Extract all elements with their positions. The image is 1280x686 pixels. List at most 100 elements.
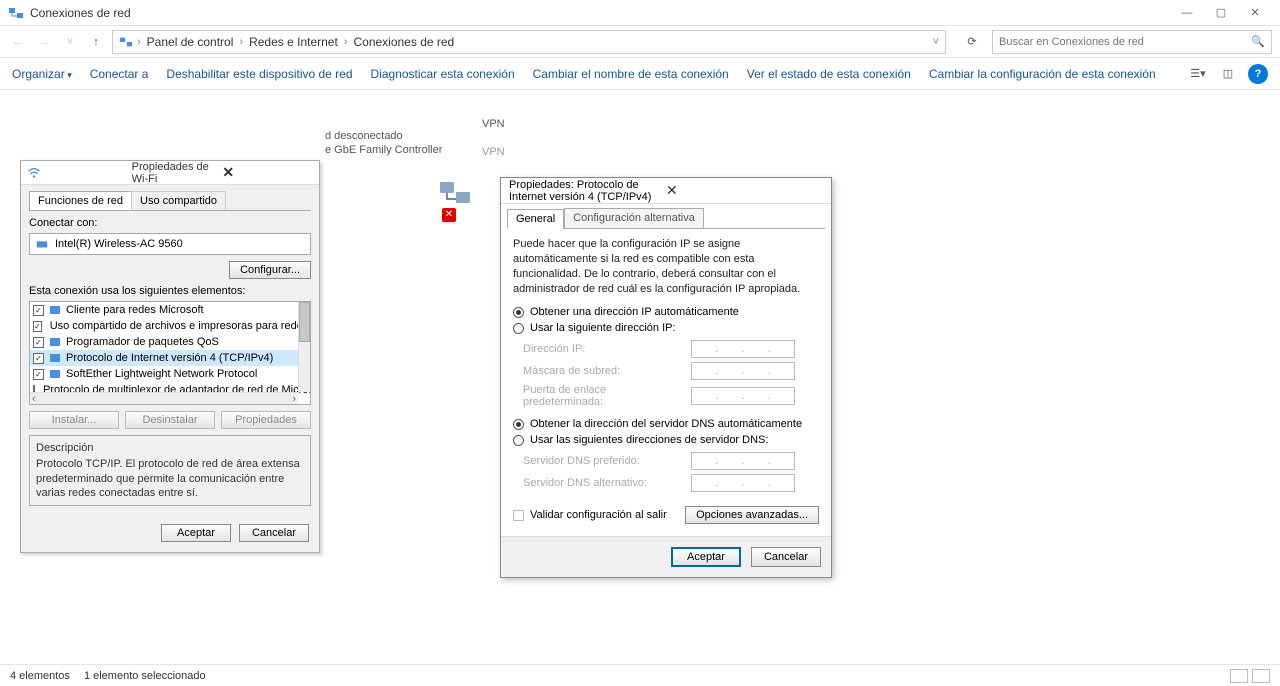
- list-item-label: Protocolo de Internet versión 4 (TCP/IPv…: [66, 352, 273, 364]
- dialog-titlebar[interactable]: Propiedades: Protocolo de Internet versi…: [501, 178, 831, 204]
- cancel-button[interactable]: Cancelar: [239, 524, 309, 542]
- content-area: d desconectado e GbE Family Controller ✕…: [0, 90, 1280, 660]
- list-item[interactable]: ✓Cliente para redes Microsoft: [30, 302, 298, 318]
- up-button[interactable]: ↑: [86, 36, 106, 48]
- forward-button[interactable]: →: [34, 36, 54, 48]
- view-status-button[interactable]: Ver el estado de esta conexión: [747, 67, 911, 81]
- maximize-button[interactable]: ▢: [1204, 3, 1238, 23]
- validate-checkbox[interactable]: [513, 510, 524, 521]
- status-bar: 4 elementos 1 elemento seleccionado: [0, 664, 1280, 686]
- ip-address-input: ...: [691, 340, 795, 358]
- list-item-label: SoftEther Lightweight Network Protocol: [66, 368, 257, 380]
- icons-view-button[interactable]: [1252, 669, 1270, 683]
- network-icon: [119, 35, 133, 49]
- close-icon[interactable]: ✕: [666, 182, 823, 199]
- component-icon: [48, 303, 62, 317]
- scroll-thumb[interactable]: [299, 302, 310, 342]
- tcp-description: Puede hacer que la configuración IP se a…: [507, 229, 825, 304]
- component-icon: [48, 335, 62, 349]
- connect-to-button[interactable]: Conectar a: [90, 67, 149, 81]
- ip-address-label: Dirección IP:: [523, 343, 683, 355]
- ethernet-device: e GbE Family Controller: [325, 144, 442, 156]
- refresh-button[interactable]: ⟳: [958, 35, 986, 48]
- tab-general[interactable]: General: [507, 209, 564, 229]
- status-count: 4 elementos: [10, 670, 70, 682]
- advanced-button[interactable]: Opciones avanzadas...: [685, 506, 819, 524]
- ethernet-state: d desconectado: [325, 130, 403, 142]
- navbar: ← → ˅ ↑ › Panel de control › Redes e Int…: [0, 26, 1280, 58]
- dialog-title: Propiedades de Wi-Fi: [132, 161, 223, 185]
- close-icon[interactable]: ✕: [222, 164, 313, 181]
- properties-button[interactable]: Propiedades: [221, 411, 311, 429]
- uses-label: Esta conexión usa los siguientes element…: [29, 285, 311, 297]
- validate-label: Validar configuración al salir: [530, 509, 667, 521]
- ok-button[interactable]: Aceptar: [161, 524, 231, 542]
- organize-menu[interactable]: Organizar: [12, 67, 72, 81]
- list-item-label: Programador de paquetes QoS: [66, 336, 219, 348]
- checkbox[interactable]: ✓: [33, 353, 44, 364]
- preview-pane-button[interactable]: ◫: [1218, 64, 1238, 84]
- disable-device-button[interactable]: Deshabilitar este dispositivo de red: [166, 67, 352, 81]
- dns-alternate-input: ...: [691, 474, 795, 492]
- connect-with-label: Conectar con:: [29, 217, 311, 229]
- list-item[interactable]: ✓ Protocolo de Internet versión 4 (TCP/IP…: [30, 350, 298, 366]
- radio-dns-auto[interactable]: Obtener la dirección del servidor DNS au…: [507, 416, 825, 432]
- ok-button[interactable]: Aceptar: [671, 547, 741, 567]
- tab-alternate[interactable]: Configuración alternativa: [564, 208, 704, 228]
- details-view-button[interactable]: [1230, 669, 1248, 683]
- address-bar[interactable]: › Panel de control › Redes e Internet › …: [112, 30, 946, 54]
- list-item[interactable]: ✓ SoftEther Lightweight Network Protocol: [30, 366, 298, 382]
- rename-button[interactable]: Cambiar el nombre de esta conexión: [533, 67, 729, 81]
- breadcrumb-item[interactable]: Redes e Internet: [247, 35, 340, 49]
- change-settings-button[interactable]: Cambiar la configuración de esta conexió…: [929, 67, 1156, 81]
- address-dropdown[interactable]: ˅: [933, 36, 939, 48]
- checkbox[interactable]: ✓: [33, 369, 44, 380]
- vpn-label[interactable]: VPN: [482, 118, 505, 130]
- search-box[interactable]: 🔍: [992, 30, 1272, 54]
- configure-button[interactable]: Configurar...: [229, 261, 311, 279]
- wifi-properties-dialog: Propiedades de Wi-Fi ✕ Funciones de red …: [20, 160, 320, 553]
- minimize-button[interactable]: —: [1170, 3, 1204, 23]
- checkbox[interactable]: ✓: [33, 321, 42, 332]
- recent-button[interactable]: ˅: [60, 36, 80, 48]
- subnet-mask-input: ...: [691, 362, 795, 380]
- radio-icon: [513, 419, 524, 430]
- radio-ip-auto[interactable]: Obtener una dirección IP automáticamente: [507, 304, 825, 320]
- radio-icon: [513, 323, 524, 334]
- close-button[interactable]: ✕: [1238, 3, 1272, 23]
- list-item[interactable]: ✓Uso compartido de archivos e impresoras…: [30, 318, 298, 334]
- description-box: Descripción Protocolo TCP/IP. El protoco…: [29, 435, 311, 506]
- adapter-icon: [35, 237, 49, 251]
- uninstall-button[interactable]: Desinstalar: [125, 411, 215, 429]
- scrollbar-vertical[interactable]: [298, 302, 310, 392]
- description-text: Protocolo TCP/IP. El protocolo de red de…: [36, 457, 304, 500]
- subnet-mask-label: Máscara de subred:: [523, 365, 683, 377]
- dialog-title: Propiedades: Protocolo de Internet versi…: [509, 179, 666, 203]
- cancel-button[interactable]: Cancelar: [751, 547, 821, 567]
- scrollbar-horizontal[interactable]: ‹›: [30, 392, 298, 404]
- back-button[interactable]: ←: [8, 36, 28, 48]
- tab-network-functions[interactable]: Funciones de red: [29, 191, 132, 210]
- diagnose-button[interactable]: Diagnosticar esta conexión: [371, 67, 515, 81]
- window-titlebar: Conexiones de red — ▢ ✕: [0, 0, 1280, 26]
- components-listbox[interactable]: ✓Cliente para redes Microsoft✓Uso compar…: [29, 301, 311, 405]
- checkbox[interactable]: ✓: [33, 305, 44, 316]
- list-item[interactable]: ✓ Programador de paquetes QoS: [30, 334, 298, 350]
- install-button[interactable]: Instalar...: [29, 411, 119, 429]
- adapter-name: Intel(R) Wireless-AC 9560: [55, 238, 183, 250]
- tab-sharing[interactable]: Uso compartido: [131, 191, 226, 210]
- help-button[interactable]: ?: [1248, 64, 1268, 84]
- breadcrumb-item[interactable]: Panel de control: [145, 35, 236, 49]
- search-input[interactable]: [999, 36, 1251, 48]
- breadcrumb-item[interactable]: Conexiones de red: [351, 35, 456, 49]
- window-title: Conexiones de red: [30, 6, 1170, 20]
- dialog-titlebar[interactable]: Propiedades de Wi-Fi ✕: [21, 161, 319, 185]
- dns-alternate-label: Servidor DNS alternativo:: [523, 477, 683, 489]
- checkbox[interactable]: ✓: [33, 337, 44, 348]
- component-icon: [48, 351, 62, 365]
- radio-dns-manual[interactable]: Usar las siguientes direcciones de servi…: [507, 432, 825, 448]
- radio-ip-manual[interactable]: Usar la siguiente dirección IP:: [507, 320, 825, 336]
- vpn-adapter-icon[interactable]: [438, 176, 474, 212]
- view-options-button[interactable]: ☰▾: [1188, 64, 1208, 84]
- description-heading: Descripción: [36, 441, 304, 455]
